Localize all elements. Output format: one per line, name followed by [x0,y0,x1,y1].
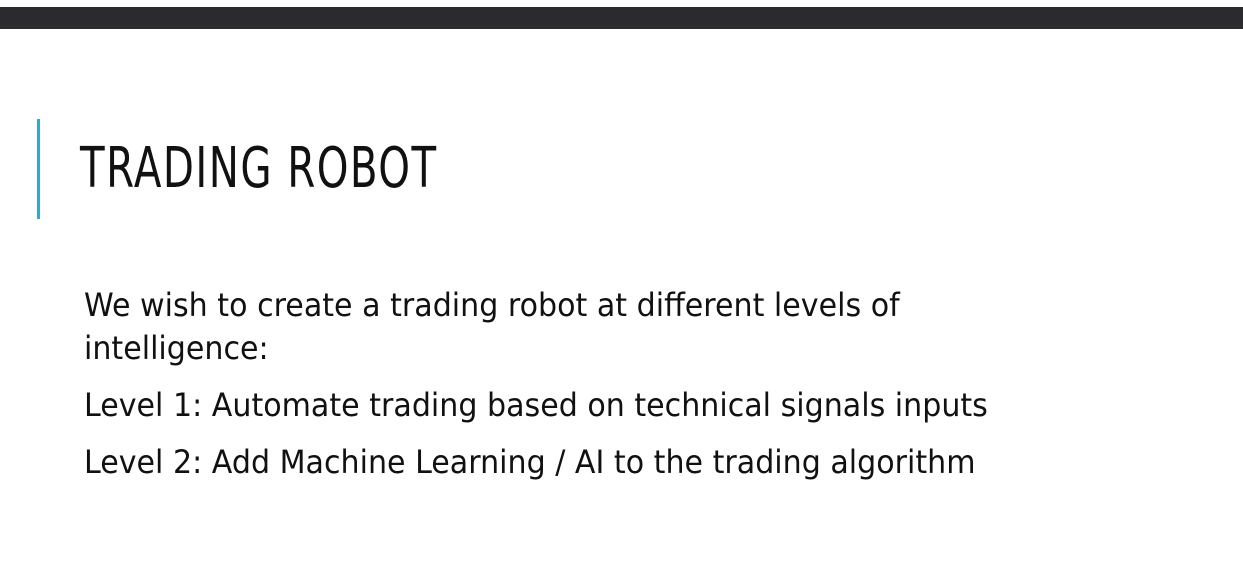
slide-title: TRADING ROBOT [80,136,438,201]
level-2-paragraph: Level 2: Add Machine Learning / AI to th… [84,443,976,481]
slide-body: We wish to create a trading robot at dif… [84,284,1044,498]
intro-paragraph: We wish to create a trading robot at dif… [84,286,900,367]
title-accent-line [37,119,40,219]
level-1-paragraph: Level 1: Automate trading based on techn… [84,386,988,424]
top-bar [0,7,1243,29]
